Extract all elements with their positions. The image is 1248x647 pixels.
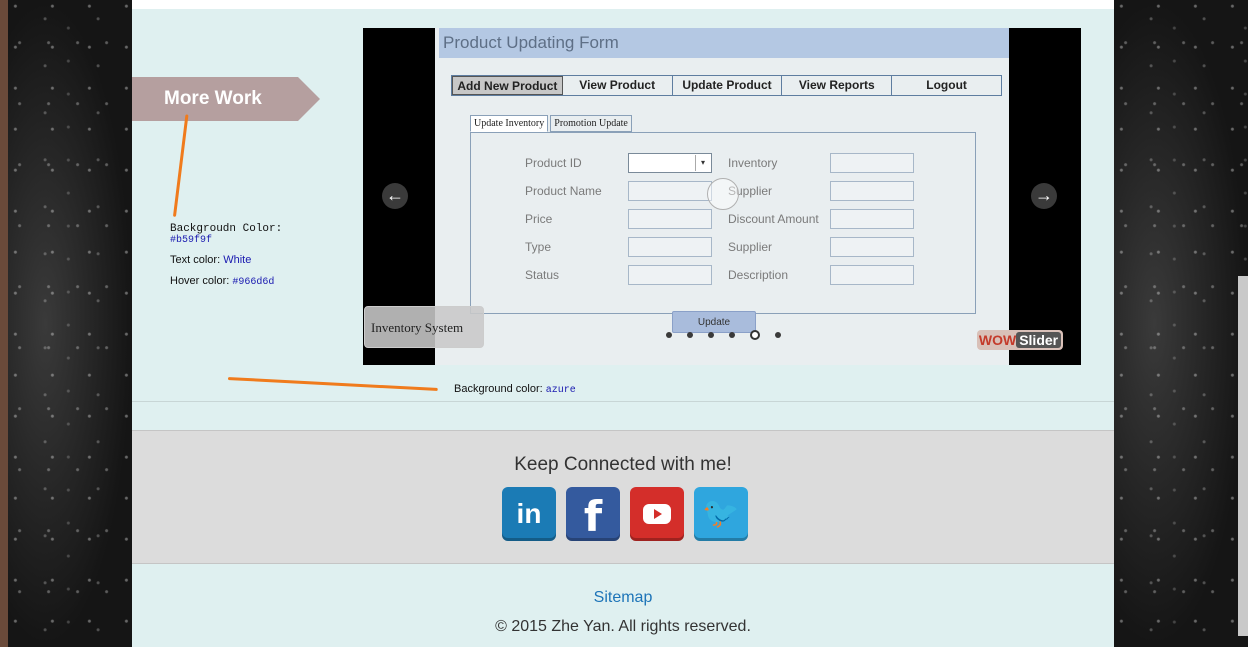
label-description: Description <box>728 268 789 282</box>
nav-view-product[interactable]: View Product <box>563 76 673 95</box>
copyright-text: © 2015 Zhe Yan. All rights reserved. <box>495 618 751 635</box>
form-nav-bar: Add New Product View Product Update Prod… <box>451 75 1002 96</box>
social-icons: in f 🐦 <box>502 487 758 541</box>
annotation-hover-color: Hover color: #966d6d <box>170 275 274 288</box>
slider-next-arrow-icon[interactable]: → <box>1031 183 1057 209</box>
form-title: Product Updating Form <box>439 28 1009 58</box>
label-status: Status <box>525 268 560 282</box>
label-supplier-2: Supplier <box>728 240 773 254</box>
more-work-button[interactable]: More Work <box>132 77 320 121</box>
chevron-down-icon: ▾ <box>695 155 710 171</box>
social-section: Keep Connected with me! in f 🐦 <box>132 430 1114 564</box>
slider-prev-arrow-icon[interactable]: ← <box>382 183 408 209</box>
status-input[interactable] <box>628 265 712 285</box>
facebook-icon[interactable]: f <box>566 487 620 541</box>
slider-bullet[interactable] <box>775 332 781 338</box>
supplier-input-2[interactable] <box>830 237 914 257</box>
top-strip <box>132 0 1114 9</box>
slide-caption: Inventory System <box>364 306 484 348</box>
linkedin-icon[interactable]: in <box>502 487 556 541</box>
annotation-line-1 <box>172 114 189 217</box>
annotation-bg-value: #b59f9f <box>170 235 213 246</box>
section-divider <box>132 401 1114 402</box>
supplier-input[interactable] <box>830 181 914 201</box>
product-id-select[interactable]: ▾ <box>628 153 712 173</box>
nav-logout[interactable]: Logout <box>892 76 1001 95</box>
right-textured-background <box>1114 0 1248 647</box>
annotation-page-bg-label: Background color: <box>454 383 543 395</box>
label-inventory: Inventory <box>728 156 778 170</box>
annotation-text-color: Text color: White <box>170 254 251 266</box>
scrollbar-thumb[interactable] <box>1238 276 1248 636</box>
tab-promotion-update[interactable]: Promotion Update <box>550 115 632 132</box>
inventory-input[interactable] <box>830 153 914 173</box>
left-textured-background <box>0 0 132 647</box>
label-product-name: Product Name <box>525 184 602 198</box>
nav-view-reports[interactable]: View Reports <box>782 76 893 95</box>
slider-bullet[interactable] <box>750 330 760 340</box>
slide-screenshot: Product Updating Form Add New Product Vi… <box>435 28 1009 365</box>
sitemap-link[interactable]: Sitemap <box>132 589 1114 607</box>
label-type: Type <box>525 240 552 254</box>
slider-bullet[interactable] <box>708 332 714 338</box>
annotation-line-2 <box>227 377 438 391</box>
slider-bullet[interactable] <box>666 332 672 338</box>
connect-title: Keep Connected with me! <box>514 454 732 475</box>
tab-update-inventory[interactable]: Update Inventory <box>470 115 549 132</box>
annotation-page-bg-value: azure <box>545 385 576 396</box>
youtube-icon[interactable] <box>630 487 684 541</box>
label-price: Price <box>525 212 553 226</box>
discount-amount-input[interactable] <box>830 209 914 229</box>
annotation-hover-label: Hover color: <box>170 275 230 287</box>
nav-add-new-product[interactable]: Add New Product <box>452 76 563 95</box>
slider-bullet[interactable] <box>729 332 735 338</box>
form-tabs: Update Inventory Promotion Update <box>470 115 634 132</box>
page-content: More Work Backgroudn Color: #b59f9f Text… <box>132 9 1114 647</box>
nav-update-product[interactable]: Update Product <box>673 76 783 95</box>
annotation-text-label: Text color: <box>170 254 221 266</box>
twitter-icon[interactable]: 🐦 <box>694 487 748 541</box>
image-slider: Product Updating Form Add New Product Vi… <box>363 28 1081 365</box>
label-discount-amount: Discount Amount <box>728 212 819 226</box>
slider-bullets <box>666 330 796 340</box>
annotation-page-bg: Background color: azure <box>454 383 576 396</box>
cursor-ring-icon <box>707 178 739 210</box>
annotation-bg-label: Backgroudn Color: <box>170 223 283 235</box>
label-product-id: Product ID <box>525 156 582 170</box>
watermark-wow: WOW <box>978 332 1017 348</box>
description-input[interactable] <box>830 265 914 285</box>
wowslider-watermark[interactable]: WOW Slider <box>977 330 1063 350</box>
product-name-input[interactable] <box>628 181 712 201</box>
watermark-slider: Slider <box>1016 332 1062 348</box>
annotation-hover-value: #966d6d <box>232 277 275 288</box>
annotation-text-value: White <box>223 254 252 266</box>
slider-bullet[interactable] <box>687 332 693 338</box>
price-input[interactable] <box>628 209 712 229</box>
more-work-label: More Work <box>164 88 262 109</box>
type-input[interactable] <box>628 237 712 257</box>
